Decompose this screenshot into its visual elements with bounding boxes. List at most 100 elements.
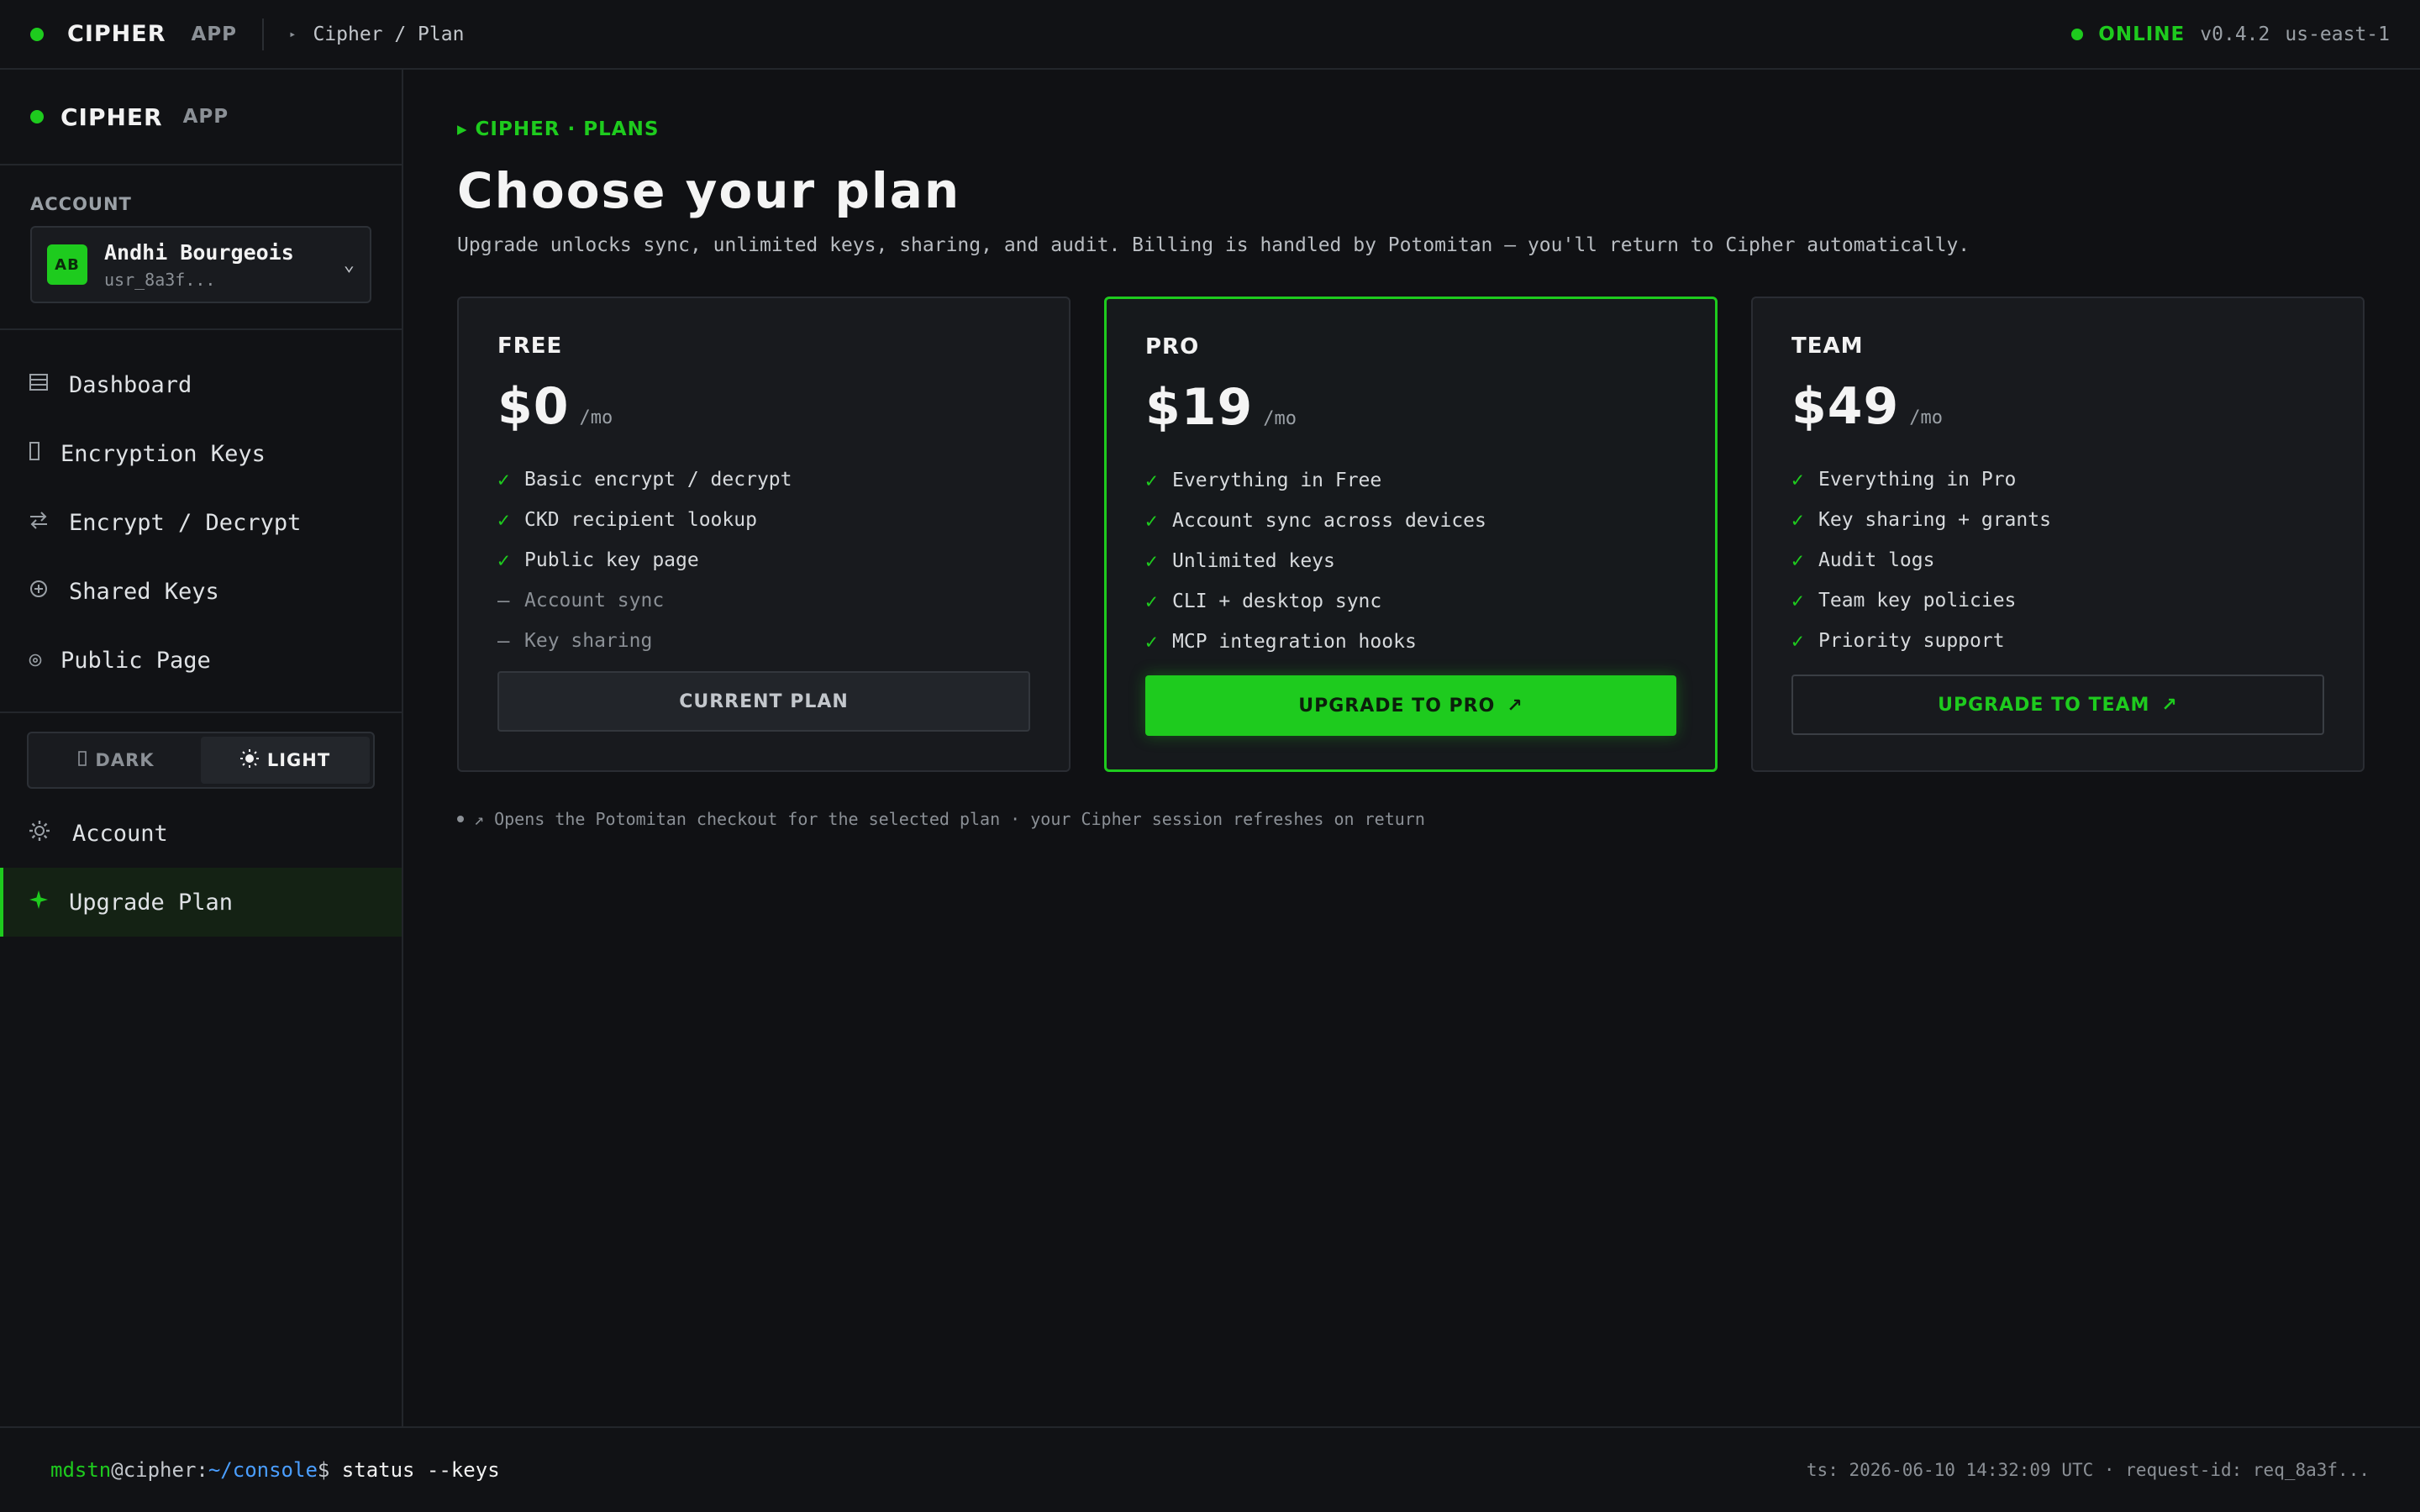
- region-label: us-east-1: [2285, 23, 2390, 45]
- sidebar-item-upgrade-plan[interactable]: Upgrade Plan: [0, 868, 402, 937]
- feature-item: ✓ CKD recipient lookup: [497, 500, 1030, 540]
- sidebar-item-public-page[interactable]: Public Page: [0, 626, 402, 695]
- check-icon: ✓: [497, 549, 510, 572]
- breadcrumb-caret-icon: ▸: [289, 27, 297, 41]
- sidebar: CIPHER APP ACCOUNT AB Andhi Bourgeois us…: [0, 70, 403, 1426]
- terminal-path: ~/console: [208, 1458, 318, 1482]
- plan-price: $0: [497, 377, 570, 436]
- sidebar-item-label: Account: [72, 820, 168, 847]
- theme-toggle[interactable]: DARK LIGHT: [27, 732, 375, 789]
- feature-item: ✓ Team key policies: [1791, 580, 2324, 621]
- sidebar-item-account[interactable]: Account: [0, 799, 402, 868]
- feature-list: ✓ Everything in Pro ✓ Key sharing + grants…: [1791, 459, 2324, 661]
- external-arrow-icon: ↗: [1507, 695, 1523, 717]
- check-icon: ✓: [1145, 590, 1158, 613]
- feature-text: Account sync across devices: [1172, 510, 1486, 532]
- check-icon: ✓: [1791, 508, 1804, 532]
- chevron-down-icon[interactable]: ⌄: [344, 255, 355, 276]
- account-switcher[interactable]: AB Andhi Bourgeois usr_8a3f... ⌄: [30, 226, 371, 303]
- share-icon: [29, 580, 49, 603]
- current-plan-button[interactable]: CURRENT PLAN: [497, 671, 1030, 732]
- button-label: UPGRADE TO TEAM: [1938, 694, 2150, 716]
- plan-price: $49: [1791, 377, 1900, 436]
- feature-item: ✓ CLI + desktop sync: [1145, 581, 1676, 622]
- upgrade-to-pro-button[interactable]: UPGRADE TO PRO ↗: [1145, 675, 1676, 736]
- check-icon: ✓: [1791, 589, 1804, 612]
- breadcrumb[interactable]: Cipher / Plan: [313, 24, 464, 45]
- feature-text: Team key policies: [1818, 590, 2017, 612]
- top-bar: CIPHER APP ▸ Cipher / Plan ONLINE v0.4.2…: [0, 0, 2420, 70]
- top-divider: [262, 18, 264, 50]
- feature-text: Public key page: [524, 549, 699, 571]
- feature-item: ✓ Audit logs: [1791, 540, 2324, 580]
- plan-card-team: TEAM $49 /mo ✓ Everything in Pro ✓ Key sha…: [1751, 297, 2365, 772]
- terminal-prompt[interactable]: mdstn@cipher:~/console$ status --keys: [50, 1458, 500, 1482]
- page-subtitle: Upgrade unlocks sync, unlimited keys, sh…: [457, 234, 1970, 256]
- check-icon: ✓: [1145, 469, 1158, 492]
- online-dot-icon: [2071, 28, 2084, 40]
- plan-period: /mo: [1909, 407, 1943, 428]
- feature-text: CLI + desktop sync: [1172, 591, 1382, 612]
- plan-price: $19: [1145, 378, 1254, 437]
- sidebar-item-label: Encryption Keys: [60, 440, 266, 467]
- feature-item: ✓ Everything in Free: [1145, 460, 1676, 501]
- account-name: Andhi Bourgeois: [104, 239, 294, 265]
- page-title: Choose your plan: [457, 162, 961, 219]
- sidebar-item-label: Dashboard: [69, 371, 192, 398]
- check-icon: ✓: [1791, 468, 1804, 491]
- terminal-user: mdstn: [50, 1458, 112, 1482]
- sidebar-item-dashboard[interactable]: Dashboard: [0, 350, 402, 419]
- dashboard-icon: [29, 373, 49, 396]
- plan-card-pro: PRO $19 /mo ✓ Everything in Free ✓ Account…: [1104, 297, 1718, 772]
- check-icon: ✓: [1145, 630, 1158, 654]
- check-icon: ✓: [1145, 509, 1158, 533]
- plan-period: /mo: [1263, 408, 1297, 429]
- terminal-bar: mdstn@cipher:~/console$ status --keys ts…: [0, 1426, 2420, 1512]
- terminal-command: status --keys: [341, 1458, 500, 1482]
- sidebar-brand-name: CIPHER: [60, 102, 163, 131]
- feature-text: Priority support: [1818, 630, 2005, 652]
- moon-icon: [78, 750, 87, 770]
- footnote-text: ↗ Opens the Potomitan checkout for the s…: [474, 809, 1425, 829]
- sidebar-item-encrypt-decrypt[interactable]: Encrypt / Decrypt: [0, 488, 402, 557]
- request-meta: ts: 2026-06-10 14:32:09 UTC · request-id…: [1806, 1460, 2370, 1480]
- feature-text: Key sharing: [524, 630, 653, 652]
- sidebar-item-encryption-keys[interactable]: Encryption Keys: [0, 419, 402, 488]
- check-icon: ✓: [1145, 549, 1158, 573]
- theme-dark-option[interactable]: DARK: [32, 737, 201, 784]
- feature-text: Unlimited keys: [1172, 550, 1335, 572]
- check-icon: ✓: [1791, 629, 1804, 653]
- external-arrow-icon: ↗: [2161, 694, 2178, 716]
- sidebar-item-shared-keys[interactable]: Shared Keys: [0, 557, 402, 626]
- dash-icon: —: [497, 629, 510, 653]
- feature-item: ✓ Unlimited keys: [1145, 541, 1676, 581]
- key-icon: [29, 442, 40, 465]
- theme-light-option[interactable]: LIGHT: [201, 737, 370, 784]
- version-label: v0.4.2: [2200, 23, 2270, 45]
- feature-item-excluded: — Account sync: [497, 580, 1030, 621]
- feature-item: ✓ Public key page: [497, 540, 1030, 580]
- avatar: AB: [47, 244, 87, 285]
- button-label: CURRENT PLAN: [679, 690, 849, 712]
- plan-tier: TEAM: [1791, 333, 1864, 359]
- feature-list: ✓ Basic encrypt / decrypt ✓ CKD recipient …: [497, 459, 1030, 661]
- upgrade-to-team-button[interactable]: UPGRADE TO TEAM ↗: [1791, 675, 2324, 735]
- terminal-host: @cipher:: [111, 1458, 208, 1482]
- main-content: ▸ CIPHER · PLANS Choose your plan Upgrad…: [405, 70, 2420, 1426]
- feature-item: ✓ Key sharing + grants: [1791, 500, 2324, 540]
- feature-item: ✓ Everything in Pro: [1791, 459, 2324, 500]
- top-status: ONLINE v0.4.2 us-east-1: [2071, 24, 2390, 45]
- feature-text: CKD recipient lookup: [524, 509, 757, 531]
- sidebar-app-label: APP: [182, 106, 229, 128]
- feature-item-excluded: — Key sharing: [497, 621, 1030, 661]
- gear-icon: [29, 820, 50, 847]
- terminal-prompt-symbol: $: [317, 1458, 342, 1482]
- feature-item: ✓ Priority support: [1791, 621, 2324, 661]
- feature-item: ✓ MCP integration hooks: [1145, 622, 1676, 662]
- feature-text: Audit logs: [1818, 549, 1935, 571]
- status-dot-icon: [30, 27, 44, 41]
- check-icon: ✓: [497, 508, 510, 532]
- sparkle-icon: [29, 890, 49, 915]
- sidebar-brand[interactable]: CIPHER APP: [0, 70, 402, 165]
- check-icon: ✓: [497, 468, 510, 491]
